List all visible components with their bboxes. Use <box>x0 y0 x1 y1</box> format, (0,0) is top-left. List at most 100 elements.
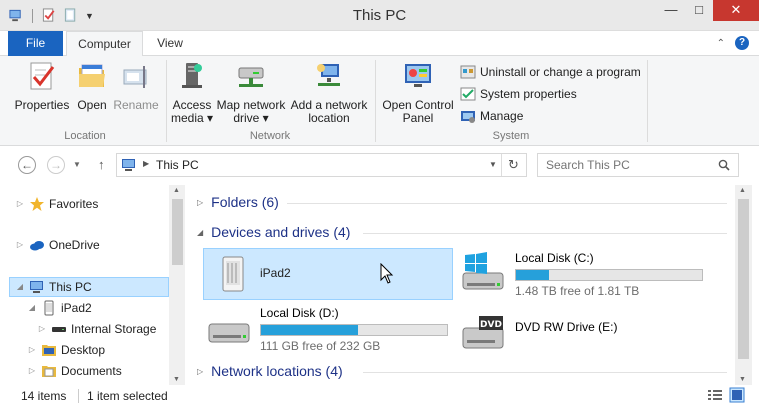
nav-item-onedrive[interactable]: ▷ OneDrive <box>15 235 100 255</box>
collapse-icon[interactable]: ◢ <box>27 298 37 318</box>
status-selection: 1 item selected <box>87 389 168 403</box>
window-controls: — □ ✕ <box>657 0 759 21</box>
group-label-network: Network <box>249 130 291 142</box>
collapse-icon[interactable]: ◢ <box>197 228 203 237</box>
content-scrollbar[interactable]: ▲ ▼ <box>735 185 752 385</box>
drive-usage-bar-c <box>515 269 703 281</box>
title-bar: ▼ This PC — □ ✕ <box>0 0 759 31</box>
maximize-button[interactable]: □ <box>685 0 713 21</box>
scroll-down-icon[interactable]: ▼ <box>739 376 746 383</box>
tab-computer[interactable]: Computer <box>66 31 143 57</box>
group-title-network: Network locations (4) <box>211 363 343 379</box>
address-bar[interactable]: ▶ This PC ▼ ↻ <box>116 153 527 177</box>
access-media-label-2: media ▾ <box>170 111 214 125</box>
breadcrumb-chevron-icon[interactable]: ▶ <box>143 159 149 168</box>
refresh-icon[interactable]: ↻ <box>508 157 519 173</box>
close-button[interactable]: ✕ <box>713 0 759 21</box>
nav-label-favorites: Favorites <box>49 197 99 211</box>
group-header-devices[interactable]: ◢ Devices and drives (4) <box>197 224 350 240</box>
content-scrollbar-thumb[interactable] <box>738 199 749 359</box>
group-title-folders: Folders (6) <box>211 194 279 210</box>
drive-tile-e[interactable]: DVD DVD RW Drive (E:) <box>459 312 617 356</box>
nav-item-internal-storage[interactable]: ▷ Internal Storage <box>37 319 156 339</box>
mouse-cursor-icon <box>380 263 394 284</box>
uninstall-program-button[interactable]: Uninstall or change a program <box>460 64 641 80</box>
status-divider <box>78 389 79 403</box>
documents-folder-icon <box>42 366 56 377</box>
search-icon[interactable] <box>718 159 730 171</box>
group-divider <box>363 372 727 373</box>
details-view-icon[interactable] <box>707 388 723 405</box>
add-network-location-button[interactable]: Add a network location <box>289 60 369 125</box>
map-drive-label-2: drive ▾ <box>233 111 269 125</box>
expand-ribbon-icon[interactable]: ⌃ <box>717 38 725 49</box>
nav-item-favorites[interactable]: ▷ Favorites <box>15 194 98 214</box>
help-icon[interactable]: ? <box>735 36 749 50</box>
drive-name-d: Local Disk (D:) <box>260 306 339 320</box>
drive-tile-c[interactable]: Local Disk (C:) 1.48 TB free of 1.81 TB <box>459 251 703 298</box>
expand-icon[interactable]: ▷ <box>37 319 47 339</box>
properties-button[interactable]: Properties <box>14 60 70 112</box>
scroll-up-icon[interactable]: ▲ <box>739 187 746 194</box>
forward-button[interactable]: → <box>47 156 65 174</box>
group-divider <box>166 60 167 142</box>
rename-label: Rename <box>113 98 159 112</box>
manage-button[interactable]: Manage <box>460 108 523 124</box>
tab-view[interactable]: View <box>145 31 195 56</box>
group-divider <box>647 60 648 142</box>
ribbon: Properties Open Rename Location Access m… <box>0 56 759 146</box>
expand-icon[interactable]: ▷ <box>197 367 203 376</box>
recent-locations-icon[interactable]: ▼ <box>73 160 81 169</box>
search-box[interactable] <box>537 153 739 177</box>
rename-button[interactable]: Rename <box>113 60 159 112</box>
nav-item-this-pc[interactable]: ◢ This PC <box>9 277 169 297</box>
open-control-panel-button[interactable]: Open Control Panel <box>381 60 455 125</box>
system-properties-button[interactable]: System properties <box>460 86 577 102</box>
properties-label: Properties <box>14 98 70 112</box>
nav-label-documents: Documents <box>61 364 122 378</box>
add-location-label-2: location <box>308 111 350 125</box>
group-title-devices: Devices and drives (4) <box>211 224 351 240</box>
drive-usage-fill-d <box>261 325 358 335</box>
tiles-view-icon[interactable] <box>729 387 745 406</box>
computer-icon <box>122 159 135 171</box>
expand-icon[interactable]: ▷ <box>27 340 37 360</box>
nav-scrollbar[interactable]: ▲ ▼ <box>169 185 185 385</box>
address-dropdown-icon[interactable]: ▼ <box>489 160 497 169</box>
ribbon-tabs: File Computer View ⌃ ? <box>0 31 759 57</box>
nav-item-documents[interactable]: ▷ Documents <box>27 361 122 381</box>
drive-name-ipad: iPad2 <box>260 266 291 280</box>
manage-icon <box>461 111 475 123</box>
back-button[interactable]: ← <box>18 156 36 174</box>
drive-tile-d[interactable]: Local Disk (D:) 111 GB free of 232 GB <box>205 306 448 353</box>
nav-scrollbar-thumb[interactable] <box>172 199 183 265</box>
minimize-button[interactable]: — <box>657 0 685 21</box>
group-divider <box>287 203 727 204</box>
search-input[interactable] <box>538 154 713 176</box>
expand-icon[interactable]: ▷ <box>197 198 203 207</box>
svg-text:DVD: DVD <box>480 320 502 330</box>
breadcrumb-this-pc[interactable]: This PC <box>156 158 199 172</box>
cloud-icon <box>30 241 44 251</box>
drive-tile-ipad[interactable]: iPad2 <box>203 248 453 300</box>
nav-item-ipad[interactable]: ◢ iPad2 <box>27 298 92 318</box>
scroll-up-icon[interactable]: ▲ <box>173 187 180 194</box>
nav-label-this-pc: This PC <box>49 280 92 294</box>
expand-icon[interactable]: ▷ <box>15 194 25 214</box>
folder-open-icon <box>79 64 105 87</box>
map-network-drive-button[interactable]: Map network drive ▾ <box>215 60 287 125</box>
address-divider <box>501 154 502 176</box>
access-media-button[interactable]: Access media ▾ <box>170 60 214 125</box>
expand-icon[interactable]: ▷ <box>27 361 37 381</box>
system-properties-icon <box>460 87 476 101</box>
group-header-folders[interactable]: ▷ Folders (6) <box>197 194 279 210</box>
scroll-down-icon[interactable]: ▼ <box>173 376 180 383</box>
group-divider <box>375 60 376 142</box>
up-arrow-icon[interactable]: ↑ <box>98 157 105 172</box>
open-button[interactable]: Open <box>74 60 110 112</box>
group-header-network-locations[interactable]: ▷ Network locations (4) <box>197 363 343 379</box>
tab-file[interactable]: File <box>8 31 63 56</box>
expand-icon[interactable]: ▷ <box>15 235 25 255</box>
nav-item-desktop[interactable]: ▷ Desktop <box>27 340 105 360</box>
collapse-icon[interactable]: ◢ <box>15 277 25 297</box>
